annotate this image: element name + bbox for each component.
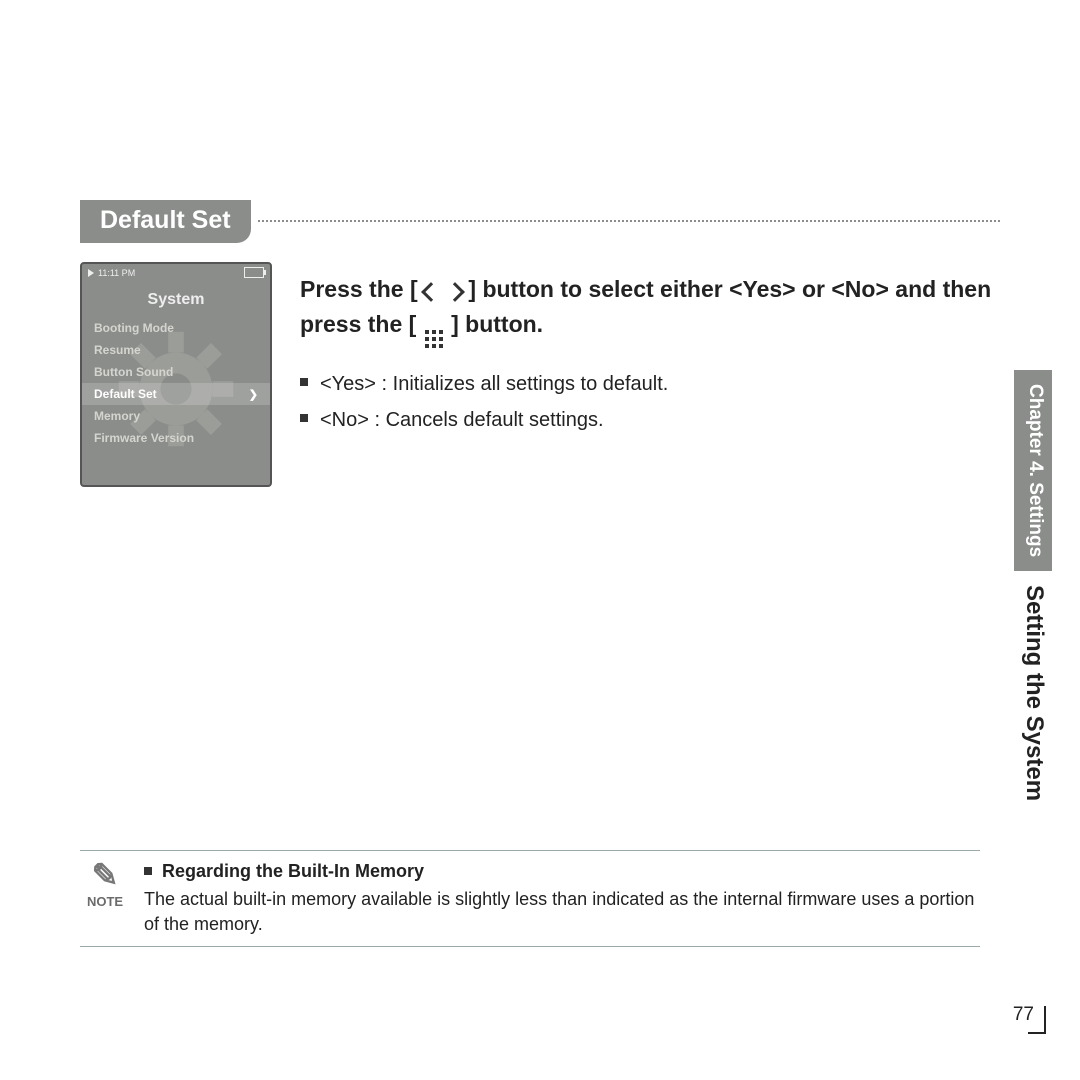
note-label: NOTE [80, 893, 130, 911]
note-body-text: The actual built-in memory available is … [144, 887, 980, 936]
bullet-list: <Yes> : Initializes all settings to defa… [300, 366, 1000, 438]
page-number: 77 [1013, 1004, 1034, 1026]
chevron-left-icon [421, 282, 441, 302]
device-screenshot: 11:11 PM System [80, 262, 272, 487]
note-content: Regarding the Built-In Memory The actual… [144, 859, 980, 936]
section-label: Setting the System [1014, 571, 1052, 801]
menu-item: Button Sound [82, 361, 270, 383]
side-tab: Chapter 4. Settings Setting the System [1014, 370, 1052, 801]
chevron-right-icon [445, 282, 465, 302]
pencil-icon: ✎ [80, 859, 130, 891]
square-bullet-icon [300, 414, 308, 422]
device-statusbar: 11:11 PM [82, 264, 270, 279]
device-time: 11:11 PM [98, 268, 135, 278]
square-bullet-icon [300, 378, 308, 386]
note-heading: Regarding the Built-In Memory [144, 859, 980, 883]
page-content: Default Set 11:11 PM System [80, 200, 1000, 487]
play-icon [88, 269, 94, 277]
chevron-right-icon: ❯ [249, 388, 258, 401]
instruction-text: Press the [ ] button to select either <Y… [300, 272, 1000, 348]
nav-buttons-icon [424, 285, 462, 299]
note-label-block: ✎ NOTE [80, 859, 130, 936]
content-row: 11:11 PM System [80, 262, 1000, 487]
page-corner-mark [1044, 1006, 1046, 1034]
square-bullet-icon [144, 867, 152, 875]
section-header: Default Set [80, 200, 1000, 242]
menu-item: Firmware Version [82, 427, 270, 449]
instruction-block: Press the [ ] button to select either <Y… [300, 262, 1000, 438]
horizontal-rule [80, 850, 980, 851]
section-title: Default Set [80, 200, 251, 243]
chapter-label: Chapter 4. Settings [1014, 370, 1052, 571]
menu-item: Memory [82, 405, 270, 427]
horizontal-rule [80, 946, 980, 947]
list-item: <No> : Cancels default settings. [300, 402, 1000, 438]
menu-grid-icon [425, 330, 443, 348]
menu-item: Resume [82, 339, 270, 361]
device-menu-title: System [82, 291, 270, 309]
battery-icon [244, 267, 264, 278]
menu-item: Booting Mode [82, 317, 270, 339]
device-menu: Booting Mode Resume Button Sound Default… [82, 317, 270, 449]
header-dotted-rule [258, 220, 1000, 222]
note-block: ✎ NOTE Regarding the Built-In Memory The… [80, 850, 980, 955]
list-item: <Yes> : Initializes all settings to defa… [300, 366, 1000, 402]
menu-item-selected: Default Set ❯ [82, 383, 270, 405]
